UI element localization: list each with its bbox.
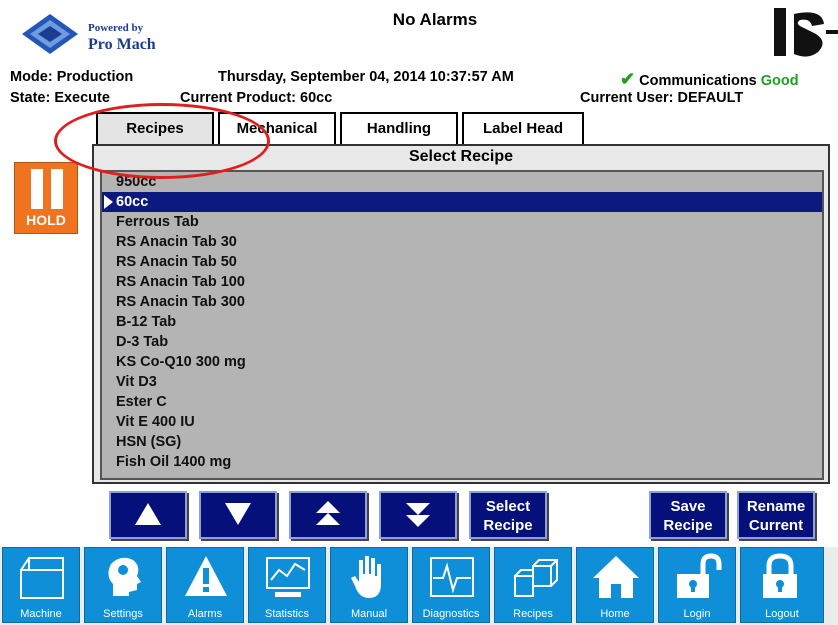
double-up-arrow-icon — [316, 501, 340, 525]
scroll-down-button[interactable] — [199, 491, 277, 539]
nav-recipes-button[interactable]: Recipes — [494, 547, 572, 623]
state-text: State: Execute — [10, 90, 110, 106]
select-recipe-line2: Recipe — [483, 517, 533, 534]
rename-current-line1: Rename — [746, 498, 806, 515]
powered-by-text: Powered by — [88, 22, 144, 34]
nav-statistics-label: Statistics — [264, 608, 309, 620]
pro-mach-logo: Powered by Pro Mach — [14, 8, 174, 60]
alarm-status: No Alarms — [392, 10, 478, 29]
nav-settings-label: Settings — [103, 608, 143, 620]
save-recipe-line2: Recipe — [663, 517, 713, 534]
company-corner-logo-icon — [774, 8, 838, 57]
recipe-list-item[interactable]: RS Anacin Tab 100 — [102, 272, 822, 292]
tab-handling[interactable]: Handling — [340, 112, 458, 145]
settings-head-icon — [108, 557, 141, 596]
nav-settings-button[interactable]: Settings — [84, 547, 162, 623]
brand-name: Pro Mach — [88, 36, 156, 53]
alarm-warning-icon — [185, 556, 227, 596]
recipe-list-item[interactable]: Ferrous Tab — [102, 212, 822, 232]
select-recipe-line1: Select — [485, 498, 531, 515]
mode-text: Mode: Production — [10, 69, 134, 85]
tab-recipes[interactable]: Recipes — [96, 112, 214, 147]
up-arrow-icon — [135, 503, 161, 525]
recipe-list-item[interactable]: D-3 Tab — [102, 332, 822, 352]
nav-login-button[interactable]: Login — [658, 547, 736, 623]
nav-manual-label: Manual — [350, 608, 388, 620]
home-icon — [593, 556, 639, 598]
double-down-arrow-icon — [406, 503, 430, 527]
nav-logout-label: Logout — [765, 608, 799, 620]
save-recipe-button[interactable]: Save Recipe — [649, 491, 727, 539]
communications-label: Communications — [639, 73, 757, 89]
scroll-up-button[interactable] — [109, 491, 187, 539]
recipe-list-item[interactable]: Ester C — [102, 392, 822, 412]
nav-manual-button[interactable]: Manual — [330, 547, 408, 623]
recipe-list-item[interactable]: RS Anacin Tab 30 — [102, 232, 822, 252]
save-recipe-line1: Save — [670, 498, 706, 515]
machine-icon — [20, 557, 64, 599]
down-arrow-icon — [225, 503, 251, 525]
rename-current-line2: Current — [748, 517, 804, 534]
tab-mechanical[interactable]: Mechanical — [218, 112, 336, 145]
recipe-list-item[interactable]: RS Anacin Tab 50 — [102, 252, 822, 272]
nav-diagnostics-label: Diagnostics — [422, 608, 480, 620]
recipe-list-item[interactable]: Vit E 400 IU — [102, 412, 822, 432]
recipe-list-item[interactable]: KS Co-Q10 300 mg — [102, 352, 822, 372]
recipe-panel: Select Recipe 950cc 60cc Ferrous Tab RS Ana… — [92, 144, 830, 484]
nav-home-label: Home — [600, 608, 630, 620]
nav-machine-label: Machine — [20, 608, 62, 620]
unlocked-padlock-icon — [677, 553, 722, 598]
recipe-list-item[interactable]: Vit D3 — [102, 372, 822, 392]
current-user-text: Current User: DEFAULT — [580, 90, 744, 106]
tab-label-head[interactable]: Label Head — [462, 112, 584, 145]
recipe-list-item[interactable]: B-12 Tab — [102, 312, 822, 332]
nav-machine-button[interactable]: Machine — [2, 547, 80, 623]
pause-icon — [31, 169, 43, 209]
nav-login-label: Login — [683, 608, 711, 620]
page-down-button[interactable] — [379, 491, 457, 539]
rename-current-button[interactable]: Rename Current — [737, 491, 815, 539]
checkmark-icon: ✔ — [620, 69, 636, 89]
recipe-list[interactable]: 950cc 60cc Ferrous Tab RS Anacin Tab 30 RS A… — [100, 170, 824, 480]
hold-label: HOLD — [26, 212, 66, 228]
nav-recipes-label: Recipes — [513, 608, 553, 620]
communications-good: Good — [760, 73, 799, 89]
recipe-list-item[interactable]: RS Anacin Tab 300 — [102, 292, 822, 312]
communications-status: ✔ Communications Good — [620, 69, 799, 90]
nav-alarms-label: Alarms — [187, 608, 223, 620]
current-product-text: Current Product: 60cc — [180, 90, 333, 106]
recipe-list-item[interactable]: HSN (SG) — [102, 432, 822, 452]
locked-padlock-icon — [763, 553, 797, 598]
panel-title: Select Recipe — [408, 148, 514, 165]
nav-logout-button[interactable]: Logout — [740, 547, 824, 623]
datetime-text: Thursday, September 04, 2014 10:37:57 AM — [218, 69, 514, 85]
nav-alarms-button[interactable]: Alarms — [166, 547, 244, 623]
diagnostics-waveform-icon — [430, 557, 474, 597]
pro-mach-diamond-icon — [22, 14, 78, 54]
nav-statistics-button[interactable]: Statistics — [248, 547, 326, 623]
page-up-button[interactable] — [289, 491, 367, 539]
select-recipe-button[interactable]: Select Recipe — [469, 491, 547, 539]
nav-diagnostics-button[interactable]: Diagnostics — [412, 547, 490, 623]
recipe-list-item[interactable]: 60cc — [102, 192, 822, 212]
pause-icon — [51, 169, 63, 209]
recipe-list-item[interactable]: Fish Oil 1400 mg — [102, 452, 822, 472]
hand-icon — [351, 556, 381, 598]
nav-home-button[interactable]: Home — [576, 547, 654, 623]
recipes-boxes-icon — [514, 559, 558, 597]
statistics-monitor-icon — [266, 557, 310, 597]
recipe-list-item[interactable]: 950cc — [102, 172, 822, 192]
hold-button[interactable]: HOLD — [14, 162, 78, 234]
